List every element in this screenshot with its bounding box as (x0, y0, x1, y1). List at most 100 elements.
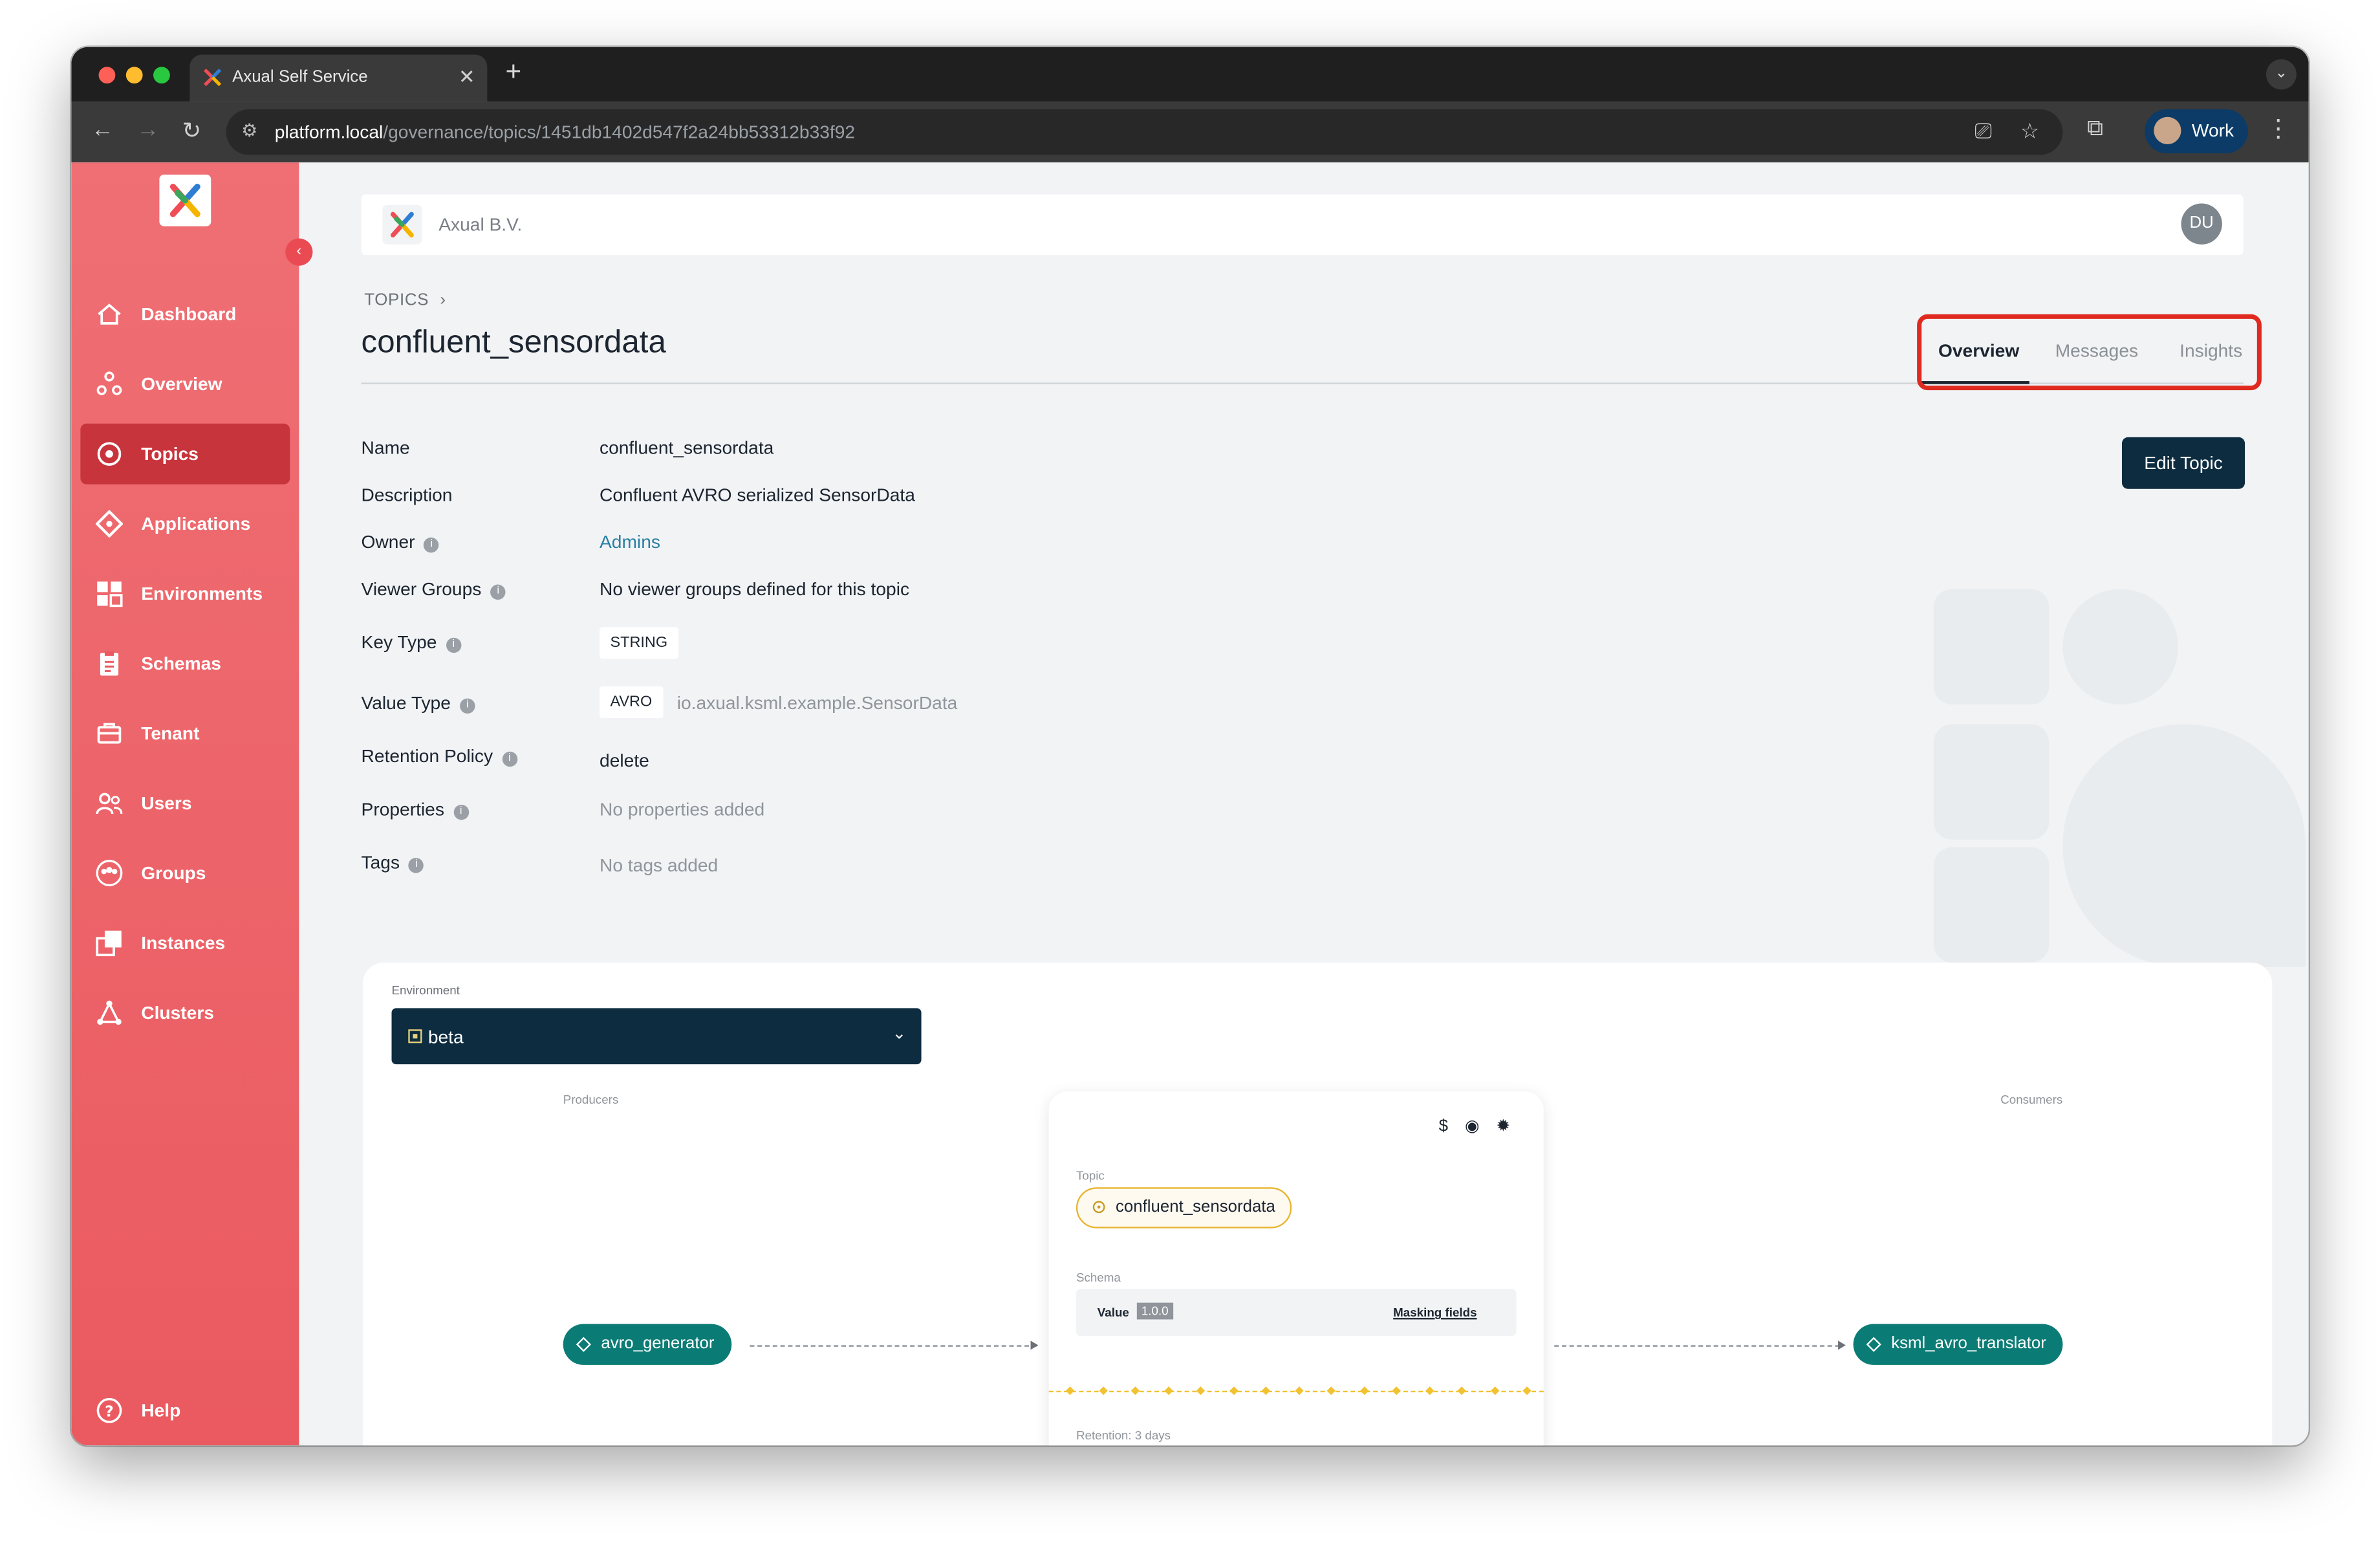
sidebar-item-clusters[interactable]: Clusters (80, 982, 290, 1043)
info-icon[interactable]: i (409, 857, 424, 873)
sidebar-item-help[interactable]: ? Help (80, 1380, 290, 1441)
background-decoration (1933, 589, 2050, 705)
schema-row: Value 1.0.0 Masking fields (1076, 1289, 1517, 1337)
viewer-groups-label-text: Viewer Groups (361, 578, 482, 600)
org-name: Axual B.V. (438, 213, 523, 235)
bookmark-star-icon[interactable]: ☆ (2020, 118, 2039, 144)
forward-icon[interactable]: → (136, 117, 159, 143)
extensions-icon[interactable]: ⧉ (2087, 115, 2103, 141)
schema-icon (100, 651, 119, 676)
name-label: Name (361, 437, 410, 459)
breadcrumb-topics[interactable]: TOPICS (364, 292, 429, 310)
sidebar-item-overview[interactable]: Overview (80, 354, 290, 415)
help-icon: ? (96, 1397, 122, 1423)
producers-label: Producers (563, 1093, 619, 1107)
topic-label: Topic (1076, 1169, 1105, 1183)
new-tab-button[interactable]: + (506, 56, 522, 88)
consumer-node[interactable]: ksml_avro_translator (1853, 1324, 2063, 1365)
retention-policy-value: delete (600, 750, 649, 772)
owner-link[interactable]: Admins (600, 531, 660, 552)
breadcrumb[interactable]: TOPICS › (364, 292, 446, 310)
minimize-window-button[interactable] (125, 67, 143, 84)
info-icon[interactable]: i (490, 584, 506, 600)
sidebar: Dashboard Overview Topics Applications E… (71, 162, 299, 1446)
sidebar-item-tenant[interactable]: Tenant (80, 703, 290, 764)
retention-marker (1522, 1386, 1531, 1395)
environment-select[interactable]: beta ⌄ (391, 1008, 922, 1065)
sidebar-item-dashboard[interactable]: Dashboard (80, 284, 290, 345)
address-bar[interactable]: ⚙ platform.local/governance/topics/1451d… (226, 109, 2063, 155)
schema-version-badge: 1.0.0 (1136, 1302, 1173, 1320)
info-icon[interactable]: i (424, 537, 440, 553)
retention-marker (1229, 1386, 1238, 1395)
app-root: Dashboard Overview Topics Applications E… (71, 162, 2309, 1446)
retention-marker (1326, 1386, 1336, 1395)
schema-label: Schema (1076, 1271, 1121, 1285)
sidebar-item-schemas[interactable]: Schemas (80, 633, 290, 694)
site-settings-icon[interactable]: ⚙ (241, 120, 257, 141)
maximize-window-button[interactable] (153, 67, 170, 84)
tags-label: Tags i (362, 852, 424, 873)
chevron-down-icon: ⌄ (892, 1025, 907, 1044)
retention-line (1048, 1386, 1544, 1395)
description-label: Description (361, 484, 453, 506)
info-icon[interactable]: i (453, 804, 469, 820)
axual-favicon-icon (204, 69, 222, 87)
reload-icon[interactable]: ↻ (182, 117, 202, 144)
clusters-icon (97, 1000, 122, 1025)
cost-icon[interactable]: $ (1439, 1117, 1448, 1135)
edit-topic-button[interactable]: Edit Topic (2121, 437, 2245, 489)
collapse-sidebar-button[interactable]: ‹ (285, 238, 313, 266)
users-icon (96, 792, 123, 814)
home-icon (98, 303, 121, 325)
settings-icon[interactable]: ✹ (1497, 1117, 1511, 1135)
svg-text:?: ? (105, 1403, 114, 1421)
browser-tab[interactable]: Axual Self Service ✕ (189, 54, 488, 102)
info-icon[interactable]: i (502, 751, 517, 767)
sidebar-item-label: Groups (141, 862, 206, 884)
sidebar-item-groups[interactable]: Groups (80, 843, 290, 904)
cast-icon[interactable]: ⎚ (1974, 118, 1991, 144)
sidebar-item-label: Users (141, 792, 192, 814)
retention-marker (1098, 1386, 1107, 1395)
sidebar-item-environments[interactable]: Environments (80, 563, 290, 624)
profile-button[interactable]: Work (2145, 109, 2248, 154)
annotation-highlight (1917, 314, 2262, 391)
topic-icon (97, 442, 122, 466)
sidebar-item-topics[interactable]: Topics (80, 423, 290, 485)
instances-icon (96, 930, 122, 957)
background-decoration (2062, 589, 2178, 705)
topic-graph-card: Environment beta ⌄ Producers Consumers a… (362, 962, 2273, 1446)
axual-logo-icon (169, 183, 200, 217)
retention-policy-label: Retention Policy i (362, 745, 517, 767)
sidebar-item-applications[interactable]: Applications (80, 494, 290, 554)
back-icon[interactable]: ← (91, 117, 114, 143)
axual-logo[interactable] (159, 174, 211, 226)
sidebar-item-users[interactable]: Users (80, 773, 290, 834)
tab-search-icon[interactable]: ⌄ (2266, 59, 2297, 90)
retention-marker (1261, 1386, 1270, 1395)
visibility-icon[interactable]: ◉ (1465, 1117, 1480, 1135)
more-menu-icon[interactable]: ⋮ (2266, 114, 2291, 144)
background-decoration (1933, 724, 2050, 840)
masking-fields-link[interactable]: Masking fields (1393, 1306, 1477, 1319)
sidebar-item-label: Clusters (141, 1001, 214, 1023)
url-host: platform.local (274, 121, 384, 143)
environment-value: beta (427, 1026, 464, 1048)
producer-node[interactable]: avro_generator (563, 1324, 731, 1365)
sidebar-item-instances[interactable]: Instances (80, 912, 290, 973)
chevron-right-icon: › (440, 291, 446, 310)
value-type-schema: io.axual.ksml.example.SensorData (676, 692, 958, 714)
profile-avatar (2154, 116, 2181, 144)
topic-node[interactable]: confluent_sensordata (1076, 1187, 1292, 1229)
application-icon (95, 510, 124, 538)
tab-close-icon[interactable]: ✕ (459, 65, 475, 90)
close-window-button[interactable] (98, 67, 116, 84)
user-avatar[interactable]: DU (2181, 203, 2222, 245)
org-logo (382, 204, 422, 245)
application-icon (576, 1337, 591, 1352)
sidebar-item-label: Applications (141, 513, 251, 535)
sidebar-item-label: Overview (141, 373, 222, 395)
info-icon[interactable]: i (446, 637, 462, 653)
info-icon[interactable]: i (459, 698, 475, 714)
